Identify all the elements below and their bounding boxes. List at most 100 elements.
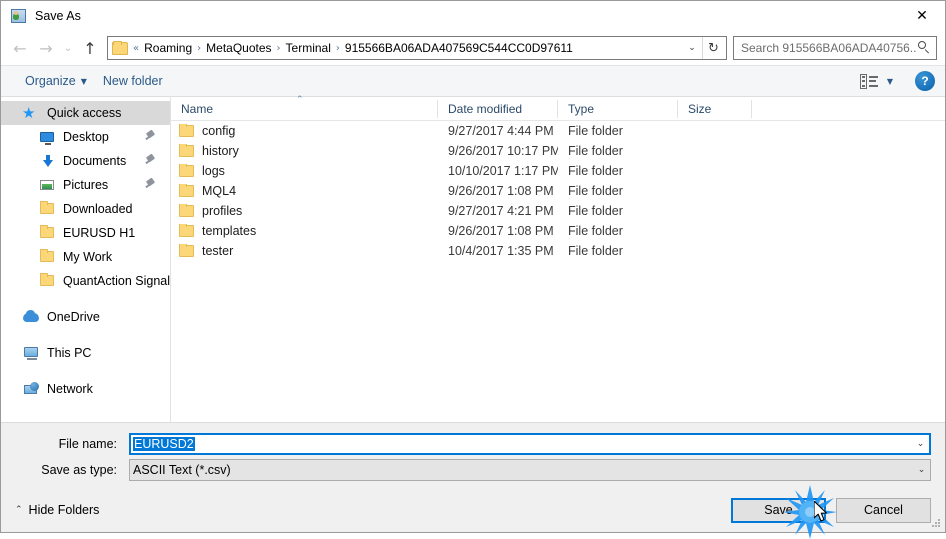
view-layout-button[interactable]: ▼ bbox=[852, 71, 901, 92]
refresh-icon[interactable]: ↻ bbox=[702, 37, 724, 59]
file-type-cell: File folder bbox=[568, 124, 623, 138]
sidebar-item-label: My Work bbox=[63, 250, 113, 264]
sidebar-item-network[interactable]: Network bbox=[1, 377, 170, 401]
file-name: config bbox=[202, 124, 236, 138]
search-box[interactable]: Search 915566BA06ADA40756... bbox=[733, 36, 937, 60]
sidebar-item-label: Quick access bbox=[47, 106, 122, 120]
close-icon[interactable]: ✕ bbox=[899, 1, 945, 31]
sidebar-item-label: Desktop bbox=[63, 130, 109, 144]
table-row[interactable]: tester 10/4/2017 1:35 PM File folder bbox=[171, 241, 945, 261]
chevron-down-icon[interactable]: ⌄ bbox=[682, 37, 702, 59]
table-row[interactable]: templates 9/26/2017 1:08 PM File folder bbox=[171, 221, 945, 241]
file-type-cell: File folder bbox=[568, 204, 623, 218]
column-header-label: Type bbox=[568, 101, 595, 116]
forward-button[interactable]: → bbox=[33, 35, 59, 61]
column-header-label: Size bbox=[688, 101, 712, 116]
navigation-pane: ★ Quick access Desktop Documents Picture… bbox=[1, 97, 171, 422]
folder-icon bbox=[112, 40, 128, 55]
table-row[interactable]: config 9/27/2017 4:44 PM File folder bbox=[171, 121, 945, 141]
help-button[interactable]: ? bbox=[915, 71, 935, 91]
folder-icon bbox=[179, 244, 194, 257]
file-name-cell: history bbox=[171, 144, 438, 158]
hide-folders-button[interactable]: ⌃ Hide Folders bbox=[15, 503, 99, 517]
file-rows: config 9/27/2017 4:44 PM File folder his… bbox=[171, 121, 945, 422]
file-name: MQL4 bbox=[202, 184, 237, 198]
sidebar-item-onedrive[interactable]: OneDrive bbox=[1, 305, 170, 329]
sidebar-item-downloaded[interactable]: Downloaded bbox=[1, 197, 170, 221]
file-name-cell: config bbox=[171, 124, 438, 138]
search-icon bbox=[916, 40, 932, 56]
sidebar-divider bbox=[1, 365, 170, 377]
pin-icon[interactable] bbox=[145, 131, 156, 143]
sidebar-divider bbox=[1, 329, 170, 341]
search-input[interactable]: Search 915566BA06ADA40756... bbox=[741, 41, 916, 55]
chevron-down-icon: ▼ bbox=[80, 76, 87, 86]
desktop-icon bbox=[39, 129, 56, 145]
file-type-cell: File folder bbox=[568, 244, 623, 258]
up-button[interactable]: ↑ bbox=[77, 35, 103, 61]
file-name-cell: MQL4 bbox=[171, 184, 438, 198]
breadcrumb-item-metaquotes[interactable]: MetaQuotes bbox=[202, 39, 275, 57]
chevron-down-icon: ▼ bbox=[886, 76, 893, 86]
column-header-name[interactable]: Name ⌃ bbox=[171, 95, 438, 118]
navigation-bar: ← → ⌄ ↑ « Roaming › MetaQuotes › Termina… bbox=[1, 31, 945, 65]
file-name-row: File name: EURUSD2 ⌄ bbox=[15, 433, 931, 455]
sidebar-item-label: OneDrive bbox=[47, 310, 100, 324]
pin-icon[interactable] bbox=[145, 179, 156, 191]
sidebar-item-label: This PC bbox=[47, 346, 92, 360]
column-header-date-modified[interactable]: Date modified bbox=[438, 99, 558, 118]
file-date-cell: 10/10/2017 1:17 PM bbox=[448, 164, 558, 178]
file-date-cell: 9/27/2017 4:21 PM bbox=[448, 204, 554, 218]
sidebar-item-label: Network bbox=[47, 382, 93, 396]
sidebar-item-documents[interactable]: Documents bbox=[1, 149, 170, 173]
folder-icon bbox=[179, 204, 194, 217]
recent-locations-icon[interactable]: ⌄ bbox=[59, 35, 77, 61]
sidebar-item-this-pc[interactable]: This PC bbox=[1, 341, 170, 365]
resize-grip[interactable] bbox=[930, 517, 942, 529]
file-date-cell: 9/27/2017 4:44 PM bbox=[448, 124, 554, 138]
table-row[interactable]: logs 10/10/2017 1:17 PM File folder bbox=[171, 161, 945, 181]
file-name-cell: tester bbox=[171, 244, 438, 258]
chevron-down-icon[interactable]: ⌄ bbox=[912, 439, 929, 449]
sidebar-item-quantaction-signal[interactable]: QuantAction Signal bbox=[1, 269, 170, 293]
file-type-cell: File folder bbox=[568, 164, 623, 178]
pin-icon[interactable] bbox=[145, 155, 156, 167]
breadcrumb-overflow[interactable]: « bbox=[132, 43, 140, 54]
column-header-size[interactable]: Size bbox=[678, 99, 752, 118]
new-folder-button[interactable]: New folder bbox=[95, 71, 171, 91]
column-headers: Name ⌃ Date modified Type Size bbox=[171, 95, 945, 121]
sidebar-item-desktop[interactable]: Desktop bbox=[1, 125, 170, 149]
column-header-type[interactable]: Type bbox=[558, 99, 678, 118]
address-bar[interactable]: « Roaming › MetaQuotes › Terminal › 9155… bbox=[107, 36, 727, 60]
organize-button[interactable]: Organize ▼ bbox=[17, 71, 95, 91]
breadcrumb-item-terminal-id[interactable]: 915566BA06ADA407569C544CC0D97611 bbox=[341, 39, 577, 57]
chevron-down-icon[interactable]: ⌄ bbox=[913, 465, 930, 475]
save-as-icon bbox=[11, 8, 27, 24]
save-as-type-select[interactable]: ASCII Text (*.csv) ⌄ bbox=[129, 459, 931, 481]
sidebar-item-quick-access[interactable]: ★ Quick access bbox=[1, 101, 170, 125]
chevron-up-icon: ⌃ bbox=[15, 505, 23, 515]
file-name: history bbox=[202, 144, 239, 158]
save-as-type-value: ASCII Text (*.csv) bbox=[133, 463, 231, 477]
file-name-input[interactable]: EURUSD2 ⌄ bbox=[129, 433, 931, 455]
breadcrumb-item-terminal[interactable]: Terminal bbox=[282, 39, 335, 57]
save-button[interactable]: Save bbox=[731, 497, 826, 523]
sidebar-item-pictures[interactable]: Pictures bbox=[1, 173, 170, 197]
download-icon bbox=[39, 153, 56, 169]
picture-icon bbox=[39, 177, 56, 193]
back-button[interactable]: ← bbox=[7, 35, 33, 61]
sidebar-item-label: Downloaded bbox=[63, 202, 133, 216]
file-date-cell: 9/26/2017 1:08 PM bbox=[448, 224, 554, 238]
table-row[interactable]: history 9/26/2017 10:17 PM File folder bbox=[171, 141, 945, 161]
window-title: Save As bbox=[35, 9, 81, 23]
sidebar-item-label: EURUSD H1 bbox=[63, 226, 136, 240]
file-date-cell: 10/4/2017 1:35 PM bbox=[448, 244, 554, 258]
file-name-cell: logs bbox=[171, 164, 438, 178]
table-row[interactable]: profiles 9/27/2017 4:21 PM File folder bbox=[171, 201, 945, 221]
sidebar-item-my-work[interactable]: My Work bbox=[1, 245, 170, 269]
cancel-button[interactable]: Cancel bbox=[836, 497, 931, 523]
breadcrumb-item-roaming[interactable]: Roaming bbox=[140, 39, 196, 57]
file-type-cell: File folder bbox=[568, 224, 623, 238]
sidebar-item-eurusd-h1[interactable]: EURUSD H1 bbox=[1, 221, 170, 245]
table-row[interactable]: MQL4 9/26/2017 1:08 PM File folder bbox=[171, 181, 945, 201]
